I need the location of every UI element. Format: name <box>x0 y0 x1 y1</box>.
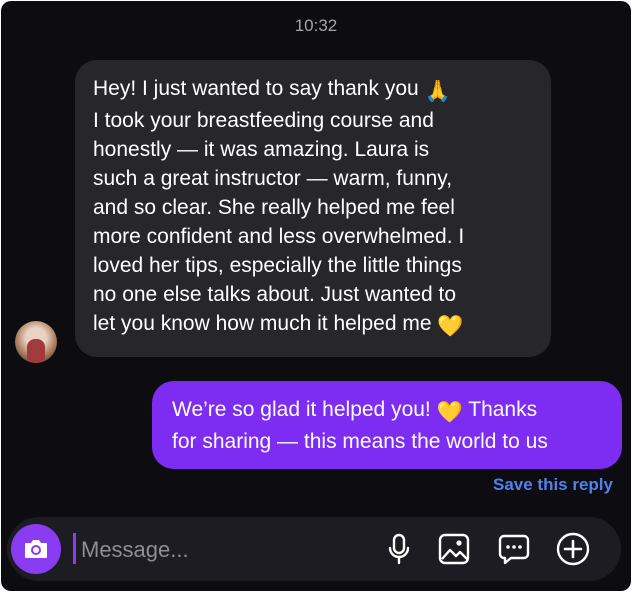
sticker-button[interactable] <box>496 531 532 567</box>
outgoing-line-2: for sharing — this means the world to us <box>172 430 548 453</box>
sticker-chat-icon <box>498 534 530 565</box>
gallery-button[interactable] <box>436 531 472 567</box>
chat-window: 10:32 Hey! I just wanted to say thank yo… <box>1 1 631 591</box>
message-timestamp: 10:32 <box>294 16 338 35</box>
yellow-heart-emoji: 💛 <box>437 315 464 338</box>
outgoing-line-1: We’re so glad it helped you! 💛 Thanks <box>172 395 606 427</box>
incoming-line-8: no one else talks about. Just wanted to <box>93 283 457 306</box>
yellow-heart-emoji: 💛 <box>436 401 463 424</box>
image-icon <box>438 533 470 565</box>
folded-hands-emoji: 🙏 <box>424 80 451 103</box>
microphone-icon <box>388 533 410 565</box>
message-composer <box>7 517 621 581</box>
sender-avatar[interactable] <box>15 321 57 363</box>
message-input[interactable] <box>79 527 373 573</box>
incoming-line-9: let you know how much it helped me 💛 <box>93 309 537 341</box>
incoming-line-3: honestly — it was amazing. Laura is <box>93 138 430 161</box>
avatar-photo <box>27 339 45 363</box>
incoming-line-1: Hey! I just wanted to say thank you 🙏 <box>93 74 537 106</box>
outgoing-message-bubble[interactable]: We’re so glad it helped you! 💛 Thanks fo… <box>152 381 622 469</box>
add-button[interactable] <box>555 531 591 567</box>
camera-button[interactable] <box>11 524 61 574</box>
incoming-line-6: more confident and less overwhelmed. I <box>93 225 465 248</box>
text-cursor <box>73 533 76 564</box>
incoming-line-2: I took your breastfeeding course and <box>93 109 434 132</box>
camera-icon <box>25 540 47 558</box>
incoming-line-4: such a great instructor — warm, funny, <box>93 167 453 190</box>
microphone-button[interactable] <box>381 531 417 567</box>
incoming-line-5: and so clear. She really helped me feel <box>93 196 455 219</box>
add-circle-icon <box>556 532 590 566</box>
save-reply-link[interactable]: Save this reply <box>493 475 613 495</box>
incoming-message-bubble[interactable]: Hey! I just wanted to say thank you 🙏 I … <box>75 60 551 357</box>
incoming-line-7: loved her tips, especially the little th… <box>93 254 462 277</box>
